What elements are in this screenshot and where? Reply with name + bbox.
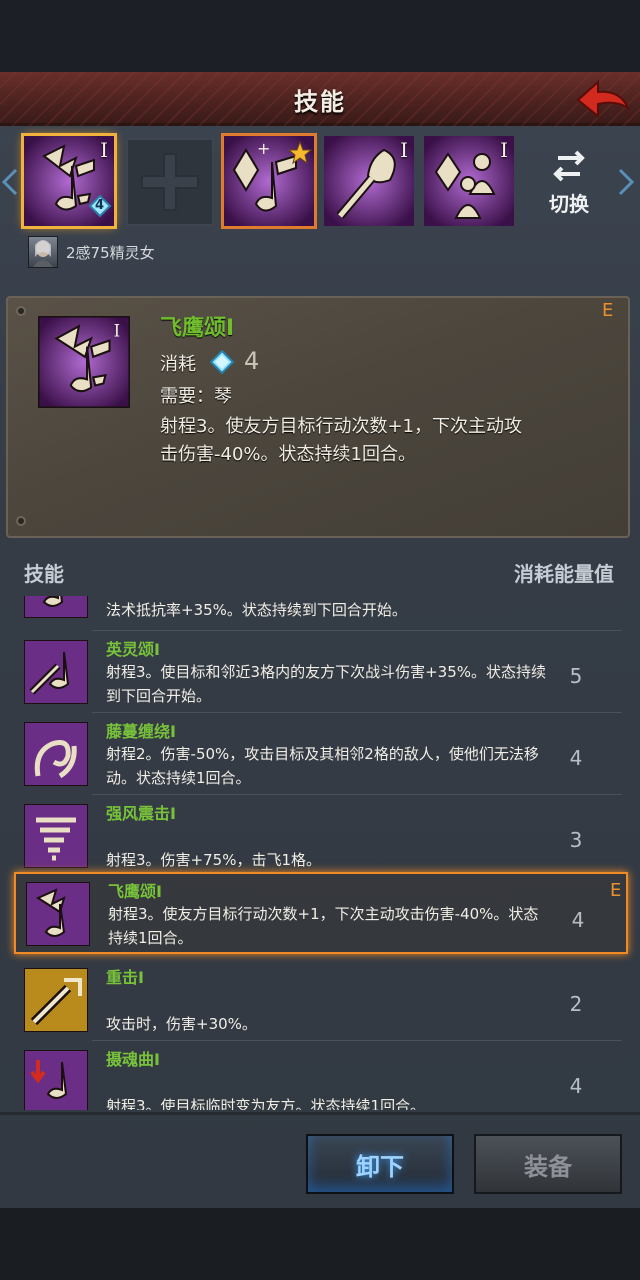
skill-desc: 攻击时，伤害+30%。 — [106, 1015, 257, 1033]
switch-label: 切换 — [549, 192, 589, 216]
detail-skill-icon: I — [36, 314, 132, 410]
skill-list[interactable]: 法术抵抗率+35%。状态持续到下回合开始。 3 英灵颂I 射程3。使目标和邻近3… — [0, 596, 640, 1110]
skill-desc: 射程3。使友方目标行动次数+1，下次主动攻击伤害-40%。状态持续1回合。 — [108, 905, 539, 947]
skill-slot-3[interactable]: + — [221, 133, 317, 229]
skill-cost: 4 — [569, 746, 583, 770]
sword-note-icon — [24, 640, 88, 704]
page-title: 技能 — [294, 88, 346, 116]
svg-text:+: + — [257, 139, 270, 158]
skill-slot-4[interactable]: I — [324, 136, 414, 226]
skill-slot-5[interactable]: I — [424, 136, 514, 226]
slot-rank: I — [400, 138, 408, 162]
detail-cost-value: 4 — [244, 347, 260, 375]
detail-title: 飞鹰颂I — [160, 316, 235, 341]
divider — [92, 630, 622, 631]
tornado-icon — [24, 804, 88, 868]
slot-rank: I — [100, 138, 108, 162]
list-item[interactable]: 重击I 攻击时，伤害+30%。 2 — [14, 960, 628, 1040]
skill-slot-1[interactable]: I 4 — [21, 133, 117, 229]
character-name: 2感75精灵女 — [66, 243, 155, 262]
back-arrow-icon — [576, 79, 631, 119]
skill-name: 重击I — [106, 968, 144, 987]
elf-portrait-icon — [33, 240, 53, 267]
slot-badge: 4 — [95, 198, 105, 213]
bottom-band — [0, 1208, 640, 1280]
list-item[interactable]: 法术抵抗率+35%。状态持续到下回合开始。 3 — [14, 596, 628, 626]
list-item[interactable]: 强风震击I 射程3。伤害+75%，击飞1格。 3 — [14, 796, 628, 876]
skill-cost: 4 — [571, 908, 585, 932]
skill-desc: 法术抵抗率+35%。状态持续到下回合开始。 — [106, 601, 407, 619]
soul-song-icon — [24, 1050, 88, 1110]
skill-desc: 射程3。伤害+75%，击飞1格。 — [106, 851, 321, 869]
character-tag[interactable]: 2感75精灵女 — [28, 236, 155, 268]
equip-button[interactable]: 装备 — [474, 1134, 622, 1194]
list-item[interactable]: 藤蔓缠绕I 射程2。伤害-50%，攻击目标及其相邻2格的敌人，使他们无法移动。状… — [14, 714, 628, 794]
list-header-skill: 技能 — [24, 562, 64, 586]
list-item-selected[interactable]: 飞鹰颂I 射程3。使友方目标行动次数+1，下次主动攻击伤害-40%。状态持续1回… — [14, 872, 628, 954]
skill-name: 英灵颂I — [106, 640, 160, 659]
bard-note-gem-icon: + — [224, 136, 314, 226]
divider — [92, 794, 622, 795]
divider — [92, 712, 622, 713]
back-button[interactable] — [574, 78, 632, 122]
swap-arrows-icon — [553, 150, 585, 182]
detail-cost-label: 消耗 — [160, 354, 196, 375]
rivet — [16, 516, 26, 526]
detail-desc-line1: 射程3。使友方目标行动次数+1，下次主动攻 — [160, 416, 522, 437]
skill-desc: 射程3。使目标临时变为友方。状态持续1回合。 — [106, 1097, 426, 1110]
divider — [92, 1040, 622, 1041]
skill-name: 强风震击I — [106, 804, 176, 823]
skill-name: 飞鹰颂I — [108, 882, 162, 901]
avatar — [28, 236, 58, 268]
list-item[interactable]: 英灵颂I 射程3。使目标和邻近3格内的友方下次战斗伤害+35%。状态持续到下回合… — [14, 632, 628, 712]
skill-grade: E — [610, 880, 622, 901]
list-header-cost: 消耗能量值 — [514, 562, 614, 586]
skill-cost: 4 — [569, 1074, 583, 1098]
skill-desc: 射程2。伤害-50%，攻击目标及其相邻2格的敌人，使他们无法移动。状态持续1回合… — [106, 745, 539, 787]
footer-divider — [0, 1112, 640, 1115]
unequip-button[interactable]: 卸下 — [306, 1134, 454, 1194]
svg-text:I: I — [114, 321, 120, 340]
skill-cost: 5 — [569, 664, 583, 688]
slot-rank: I — [500, 138, 508, 162]
skill-cost: 2 — [569, 992, 583, 1016]
empty-slot-icon — [141, 153, 199, 211]
detail-requirement: 需要：琴 — [160, 386, 232, 407]
scroll-left-icon[interactable] — [2, 168, 18, 196]
energy-gem-icon — [210, 350, 234, 374]
list-item[interactable]: 摄魂曲I 射程3。使目标临时变为友方。状态持续1回合。 4 — [14, 1042, 628, 1110]
note-icon — [24, 596, 88, 618]
skill-slot-empty[interactable] — [126, 138, 214, 226]
heavy-strike-icon — [24, 968, 88, 1032]
list-header: 技能 消耗能量值 — [0, 548, 640, 594]
scroll-right-icon[interactable] — [618, 168, 634, 196]
skill-name: 摄魂曲I — [106, 1050, 160, 1069]
wing-note-icon — [26, 882, 90, 946]
top-band — [0, 0, 640, 72]
skill-cost: 3 — [569, 828, 583, 852]
skill-name: 藤蔓缠绕I — [106, 722, 176, 741]
wing-note-icon: I — [36, 314, 132, 410]
vine-icon — [24, 722, 88, 786]
rivet — [16, 306, 26, 316]
detail-desc-line2: 击伤害-40%。状态持续1回合。 — [160, 444, 416, 465]
skill-desc: 射程3。使目标和邻近3格内的友方下次战斗伤害+35%。状态持续到下回合开始。 — [106, 663, 546, 705]
switch-button[interactable]: 切换 — [538, 148, 600, 218]
detail-grade: E — [602, 300, 614, 321]
